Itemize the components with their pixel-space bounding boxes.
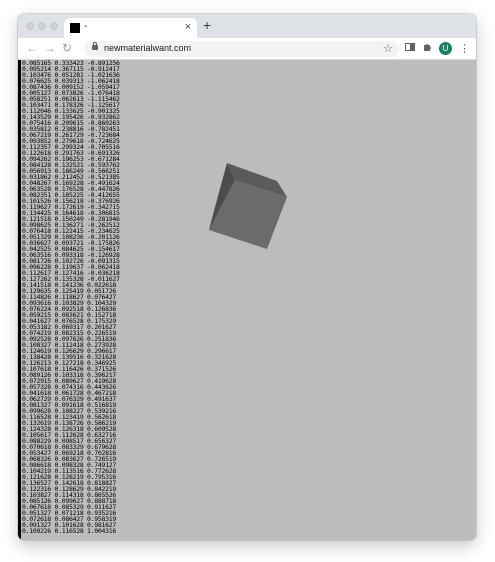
coordinate-line: 0.109226 0.116528 1.004316: [22, 527, 116, 535]
profile-avatar[interactable]: U: [439, 42, 452, 55]
tab-active[interactable]: - ×: [64, 18, 197, 38]
page-viewport: 0.085165 0.333423 -0.891256 0.095214 0.36…: [18, 60, 476, 540]
tab-strip: - × +: [18, 14, 476, 38]
new-tab-button[interactable]: +: [203, 17, 211, 33]
reload-icon[interactable]: ↻: [62, 41, 72, 55]
close-tab-icon[interactable]: ×: [185, 20, 191, 34]
back-arrow-icon[interactable]: ←: [26, 41, 38, 55]
rotating-cube-icon: [209, 163, 287, 249]
browser-menu-icon[interactable]: ⋮: [459, 41, 470, 57]
close-window-dot[interactable]: [26, 22, 34, 30]
address-url[interactable]: newmaterialwant.com: [104, 43, 191, 53]
browser-window: - × + ← → ↻ newmaterialwant.com ☆ U ⋮ 0.…: [18, 14, 476, 540]
minimize-window-dot[interactable]: [38, 22, 46, 30]
lock-icon[interactable]: [92, 42, 98, 50]
address-bar[interactable]: newmaterialwant.com ☆: [84, 41, 399, 57]
black-square-favicon-icon: [70, 23, 80, 33]
bookmark-star-icon[interactable]: ☆: [383, 41, 393, 57]
extensions-icon[interactable]: [422, 41, 432, 57]
browser-toolbar: ← → ↻ newmaterialwant.com ☆ U ⋮: [18, 38, 476, 60]
left-black-bar: [18, 60, 21, 540]
zoom-window-dot[interactable]: [50, 22, 58, 30]
reading-list-icon[interactable]: [405, 41, 415, 57]
tab-title: -: [84, 21, 88, 32]
forward-arrow-icon[interactable]: →: [44, 41, 56, 55]
coordinate-readout: 0.085165 0.333423 -0.891256 0.095214 0.36…: [22, 60, 148, 540]
